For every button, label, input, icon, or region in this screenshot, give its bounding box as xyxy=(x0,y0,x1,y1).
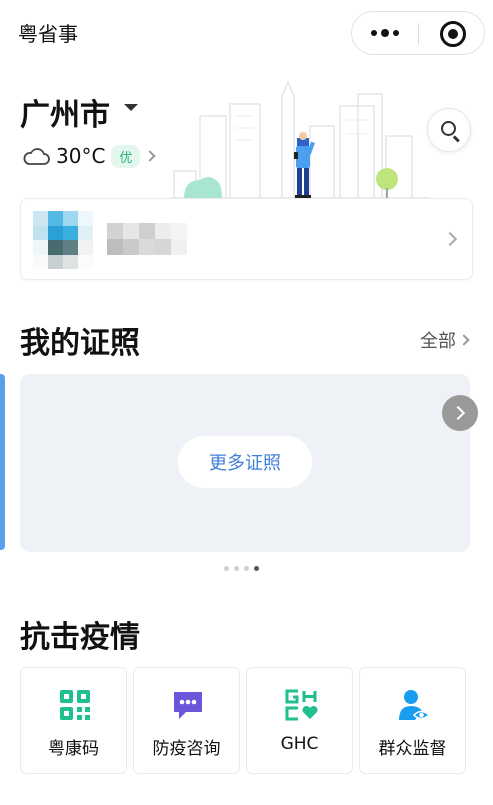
target-circle-icon[interactable] xyxy=(440,21,466,47)
all-certificates-link[interactable]: 全部 xyxy=(420,327,470,353)
qr-code-icon xyxy=(60,690,90,720)
avatar xyxy=(33,211,93,269)
air-quality-badge: 优 xyxy=(111,144,141,168)
chat-bubble-icon xyxy=(174,692,202,719)
chevron-right-icon xyxy=(442,231,458,247)
tile-health-code[interactable]: 粤康码 xyxy=(20,667,127,774)
search-icon xyxy=(441,121,456,136)
tile-label: 群众监督 xyxy=(378,739,447,759)
temperature: 30°C xyxy=(56,144,106,168)
mini-program-capsule xyxy=(351,11,485,55)
capsule-divider xyxy=(418,23,419,45)
user-info-card[interactable] xyxy=(20,198,473,280)
search-icon-handle xyxy=(453,135,460,143)
previous-card-peek[interactable] xyxy=(0,374,5,550)
carousel-indicator xyxy=(224,566,259,571)
caret-down-icon[interactable] xyxy=(124,104,138,111)
carousel-dot xyxy=(244,566,249,571)
top-bar: 粤省事 xyxy=(0,0,493,66)
carousel-dot xyxy=(224,566,229,571)
ghc-heart-icon xyxy=(285,689,318,721)
cloud-icon xyxy=(23,148,50,165)
tile-label: 粤康码 xyxy=(48,739,99,759)
epidemic-tiles: 粤康码 防疫咨询 GHC 群众监督 xyxy=(20,667,468,774)
chevron-right-icon xyxy=(458,334,470,346)
carousel-dot xyxy=(234,566,239,571)
city-skyline-illustration xyxy=(170,80,430,200)
user-name xyxy=(107,223,187,255)
search-button[interactable] xyxy=(427,108,471,152)
tile-label: GHC xyxy=(280,734,319,754)
person-eye-icon xyxy=(399,690,431,720)
weather-row[interactable]: 30°C 优 xyxy=(22,142,157,170)
tile-epidemic-consult[interactable]: 防疫咨询 xyxy=(133,667,240,774)
city-name[interactable]: 广州市 xyxy=(20,90,110,134)
all-link-label: 全部 xyxy=(420,331,456,352)
tile-ghc[interactable]: GHC xyxy=(246,667,353,774)
tile-public-supervision[interactable]: 群众监督 xyxy=(359,667,466,774)
tile-label: 防疫咨询 xyxy=(152,739,221,759)
chevron-right-icon xyxy=(144,150,157,162)
more-certificates-button[interactable]: 更多证照 xyxy=(178,436,312,488)
epidemic-title: 抗击疫情 xyxy=(20,620,140,655)
app-title: 粤省事 xyxy=(18,22,78,46)
carousel-dot-active xyxy=(254,566,259,571)
certificates-title: 我的证照 xyxy=(20,326,140,361)
more-dots-icon[interactable] xyxy=(352,12,418,54)
carousel-next-arrow-icon[interactable] xyxy=(442,395,478,431)
